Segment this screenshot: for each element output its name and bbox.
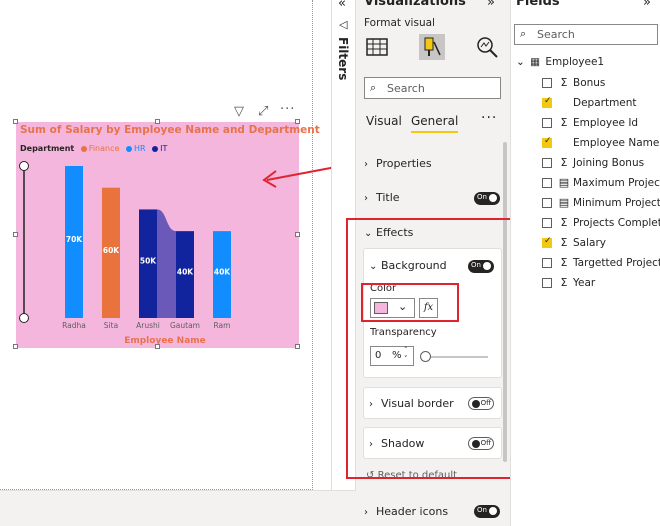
section-header-icons-label: Header icons: [376, 505, 449, 518]
field-name: Minimum Projects: [573, 197, 660, 209]
data-label: 70K: [66, 235, 83, 244]
field-checkbox[interactable]: [542, 258, 552, 268]
field-checkbox[interactable]: [542, 118, 552, 128]
field-checkbox[interactable]: [542, 178, 552, 188]
fields-title: Fields: [516, 0, 560, 9]
section-title-label: Title: [376, 191, 400, 204]
x-tick-label: Arushi: [136, 321, 160, 330]
header-icons-toggle[interactable]: On: [474, 505, 500, 518]
field-checkbox[interactable]: [542, 218, 552, 228]
filters-label[interactable]: Filters: [336, 37, 350, 80]
field-name: Salary: [573, 237, 606, 249]
field-name: Joining Bonus: [573, 157, 645, 169]
table-employee1[interactable]: ⌄ ▦ Employee1: [516, 56, 604, 68]
data-label: 60K: [103, 246, 120, 255]
section-properties-label: Properties: [376, 157, 432, 170]
sigma-icon: Σ: [560, 216, 568, 229]
x-tick-label: Radha: [62, 321, 86, 330]
data-label: 40K: [214, 268, 231, 277]
funnel-icon: ◁: [339, 18, 348, 31]
field-name: Department: [573, 97, 637, 109]
field-name: Projects Complet...: [573, 217, 660, 229]
section-properties[interactable]: › Properties: [364, 157, 501, 170]
visual-header-toolbar: ▽ ⤢ ···: [232, 102, 302, 120]
data-label: 40K: [177, 268, 194, 277]
color-highlight-box: [361, 283, 459, 322]
x-tick-label: Sita: [104, 321, 118, 330]
title-toggle[interactable]: On: [474, 192, 500, 205]
fields-search-input[interactable]: ⌕ Search: [514, 24, 658, 45]
resize-handle[interactable]: [155, 344, 160, 349]
sigma-icon: Σ: [560, 256, 568, 269]
field-checkbox[interactable]: [542, 158, 552, 168]
toggle-knob: [489, 194, 497, 202]
resize-handle[interactable]: [13, 232, 18, 237]
field-name: Employee Name: [573, 137, 660, 149]
chart-plot: 70K Radha 60K Sita 50K Arushi 40K Gautam 40K Ram E…: [19, 161, 231, 346]
format-brush-icon[interactable]: [419, 34, 445, 60]
field-checkbox[interactable]: [542, 278, 552, 288]
field-name: Maximum Projects: [573, 177, 660, 189]
search-icon: ⌕: [370, 81, 377, 94]
resize-handle[interactable]: [295, 119, 300, 124]
slider-handle-top: [19, 161, 29, 171]
more-options-icon[interactable]: ···: [280, 102, 295, 117]
x-axis-title: Employee Name: [124, 336, 206, 346]
filter-icon[interactable]: ▽: [234, 104, 244, 119]
title-toggle-label: On: [477, 193, 487, 201]
slider-handle-bottom: [19, 313, 29, 323]
resize-handle[interactable]: [13, 344, 18, 349]
field-name: Targetted Projects: [573, 257, 660, 269]
resize-handle[interactable]: [295, 232, 300, 237]
field-checkbox[interactable]: [542, 236, 552, 248]
x-tick-label: Gautam: [170, 321, 200, 330]
table-name: Employee1: [545, 56, 605, 68]
visualizations-title: Visualizations: [364, 0, 466, 9]
field-checkbox[interactable]: [542, 78, 552, 88]
chevron-right-icon: ›: [364, 193, 368, 204]
field-checkbox[interactable]: [542, 198, 552, 208]
sigma-icon: Σ: [560, 116, 568, 129]
format-search-input[interactable]: ⌕ Search: [364, 77, 501, 99]
sigma-icon: Σ: [560, 276, 568, 289]
field-checkbox[interactable]: [542, 136, 552, 148]
format-search-placeholder: Search: [387, 82, 425, 95]
tab-visual[interactable]: Visual: [366, 114, 402, 128]
sigma-icon: Σ: [560, 236, 568, 249]
resize-handle[interactable]: [295, 344, 300, 349]
bar-chart-visual[interactable]: Sum of Salary by Employee Name and Depar…: [13, 119, 320, 349]
field-name: Bonus: [573, 77, 606, 89]
ribbon-arushi-gautam: [157, 209, 176, 318]
toggle-knob: [489, 507, 497, 515]
table-icon: ▦: [530, 56, 541, 68]
build-visual-grid-icon[interactable]: [364, 34, 390, 60]
format-visual-label: Format visual: [364, 17, 435, 29]
search-icon: ⌕: [520, 27, 527, 40]
more-options-icon[interactable]: ···: [481, 110, 497, 126]
field-name: Year: [573, 277, 596, 289]
chevron-double-left-icon[interactable]: «: [338, 0, 346, 11]
chevron-double-right-icon[interactable]: »: [643, 0, 651, 10]
fields-pane: Fields » ⌕ Search ⌄ ▦ Employee1 Σ Bonus De…: [510, 0, 660, 526]
focus-mode-icon[interactable]: ⤢: [258, 104, 268, 119]
chevron-double-right-icon[interactable]: »: [487, 0, 495, 10]
data-label: 50K: [140, 257, 157, 266]
fields-search-placeholder: Search: [537, 28, 575, 41]
chevron-right-icon: ›: [364, 507, 368, 518]
header-icons-toggle-label: On: [477, 506, 487, 514]
resize-handle[interactable]: [13, 119, 18, 124]
resize-handle[interactable]: [155, 119, 160, 124]
effects-highlight-box: [346, 218, 512, 479]
chevron-right-icon: ›: [364, 159, 368, 170]
chevron-down-icon: ⌄: [516, 56, 525, 68]
calculator-icon: ▤: [558, 196, 570, 209]
tab-general[interactable]: General: [411, 114, 459, 133]
x-tick-label: Ram: [214, 321, 231, 330]
field-checkbox[interactable]: [542, 96, 552, 108]
calculator-icon: ▤: [558, 176, 570, 189]
sigma-icon: Σ: [560, 156, 568, 169]
field-name: Employee Id: [573, 117, 639, 129]
analytics-magnifier-icon[interactable]: [474, 34, 500, 60]
sigma-icon: Σ: [560, 76, 568, 89]
